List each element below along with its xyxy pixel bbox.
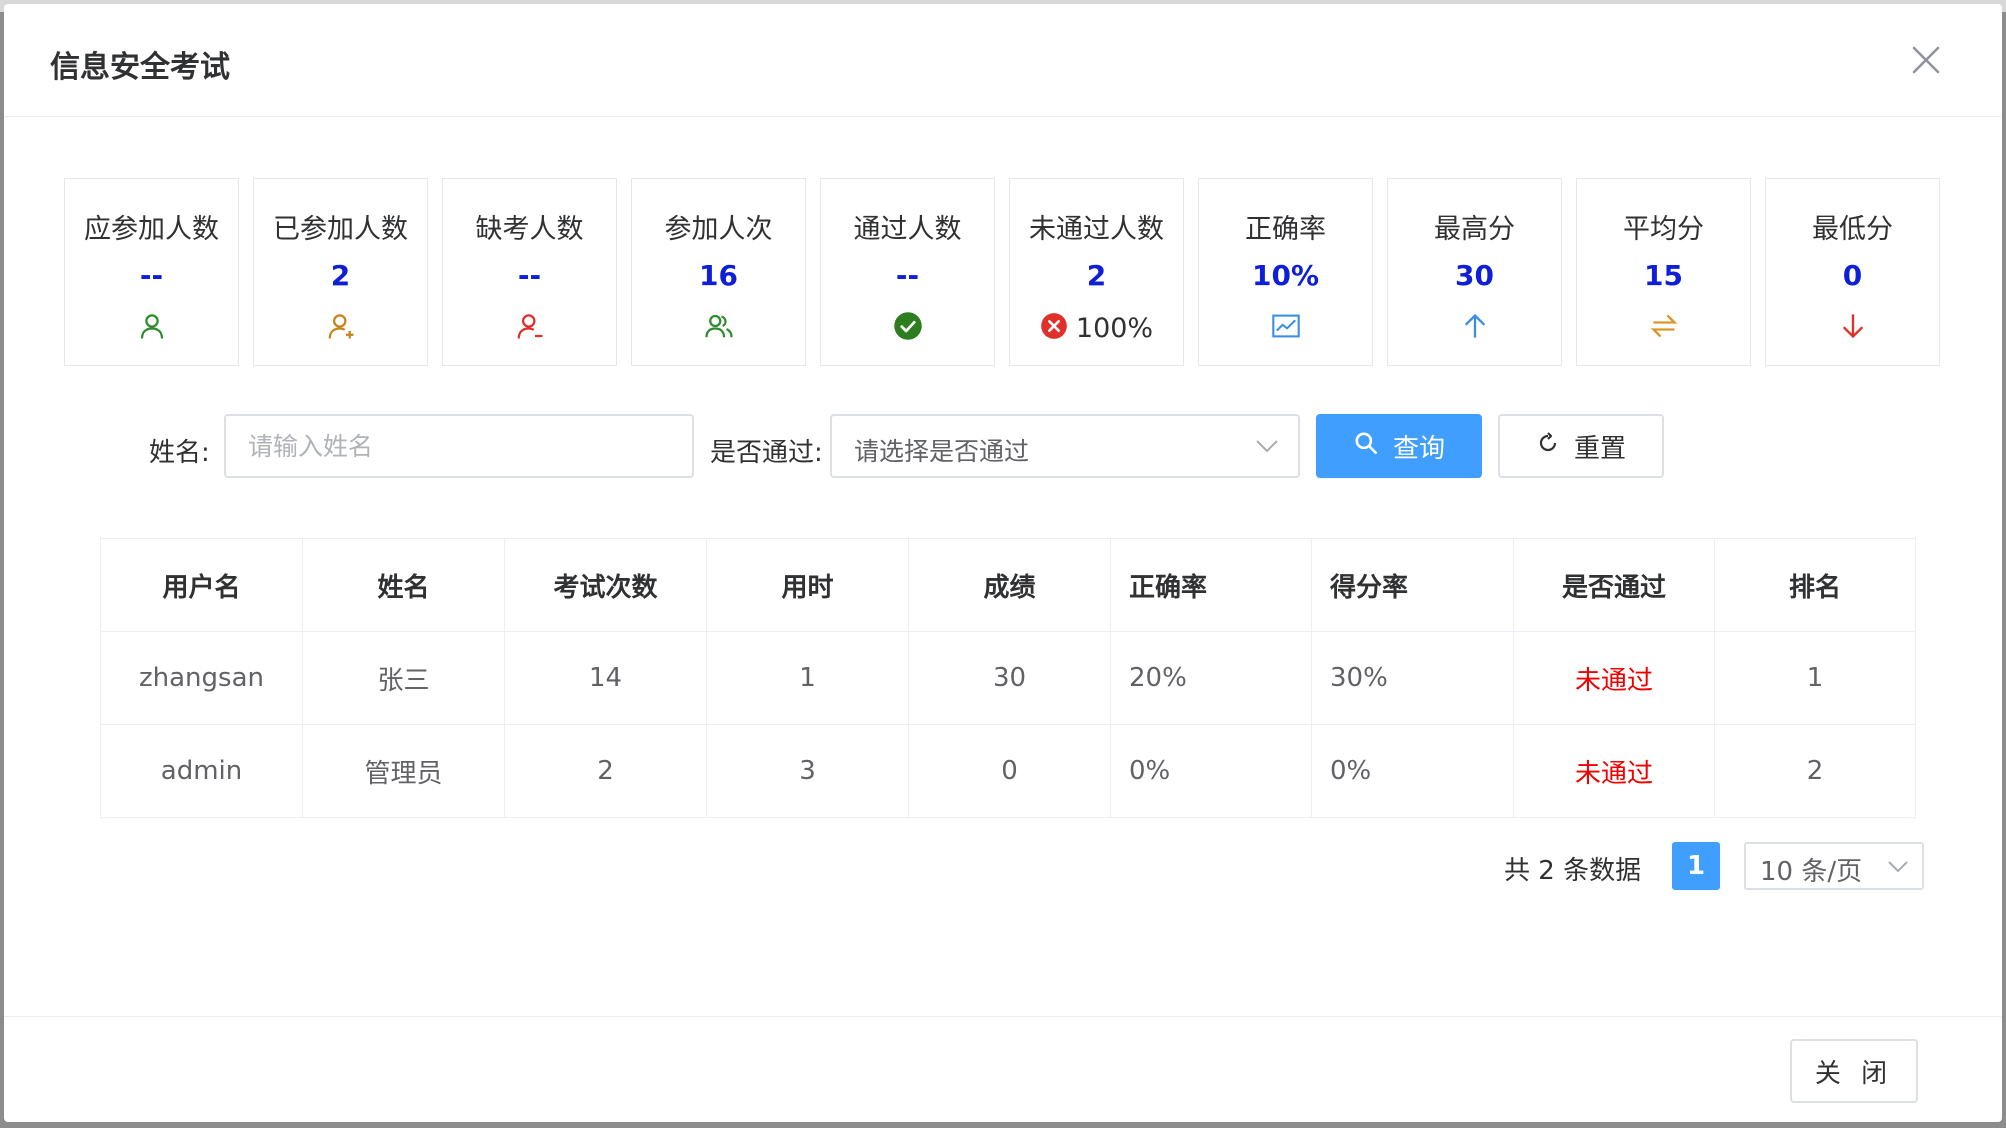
user-add-icon (326, 311, 356, 345)
stat-label: 平均分 (1623, 214, 1704, 245)
user-remove-icon (515, 311, 545, 345)
page-size-value: 10 条/页 (1760, 857, 1863, 887)
stat-card-failed: 未通过人数 2 100% (1009, 178, 1184, 366)
table-row: zhangsan 张三 14 1 30 20% 30% 未通过 1 (101, 632, 1915, 725)
stat-value: 16 (699, 259, 738, 292)
users-icon (704, 311, 734, 345)
page-size-select[interactable]: 10 条/页 (1744, 842, 1924, 890)
user-icon (137, 311, 167, 345)
stat-card-average: 平均分 15 (1576, 178, 1751, 366)
stat-value: 30 (1455, 259, 1494, 292)
line-chart-icon (1271, 312, 1301, 344)
column-header: 排名 (1788, 572, 1841, 603)
stat-card-highest: 最高分 30 (1387, 178, 1562, 366)
pagination-total: 共 2 条数据 (1504, 856, 1642, 886)
pass-filter-label: 是否通过: (710, 438, 823, 468)
pass-status-placeholder: 请选择是否通过 (854, 437, 1030, 466)
stat-label: 已参加人数 (273, 214, 408, 245)
table-cell: 0% (1312, 725, 1514, 817)
table-cell: 30% (1312, 632, 1514, 724)
stat-value: 2 (1086, 259, 1107, 292)
stat-value: -- (139, 259, 164, 292)
stat-label: 参加人次 (664, 214, 773, 245)
column-header: 用户名 (101, 539, 303, 631)
dialog-footer: 关 闭 (4, 1016, 2002, 1122)
filter-bar: 姓名: 是否通过: 请选择是否通过 查询 重置 (4, 414, 2002, 480)
stat-value: -- (895, 259, 920, 292)
reset-button-label: 重置 (1573, 433, 1626, 464)
stat-value: 0 (1842, 259, 1863, 292)
table-cell: 管理员 (303, 725, 505, 817)
table-cell: 1 (1806, 663, 1824, 693)
table-cell: admin (101, 725, 303, 817)
page-number-button[interactable]: 1 (1672, 842, 1720, 890)
arrow-up-icon (1461, 312, 1489, 344)
stat-value: 15 (1644, 259, 1683, 292)
stat-card-lowest: 最低分 0 (1765, 178, 1940, 366)
table-cell: 0 (909, 725, 1111, 817)
name-filter-label: 姓名: (149, 438, 210, 468)
chevron-down-icon (1888, 858, 1908, 877)
column-header: 成绩 (909, 539, 1111, 631)
stat-value: 2 (330, 259, 351, 292)
stat-value: -- (517, 259, 542, 292)
close-icon[interactable] (1906, 40, 1946, 80)
stat-label: 最低分 (1812, 214, 1893, 245)
stat-label: 最高分 (1434, 214, 1515, 245)
dialog-header: 信息安全考试 (4, 4, 2002, 117)
stat-value: 10% (1251, 259, 1320, 292)
stat-card-absent: 缺考人数 -- (442, 178, 617, 366)
table-cell: 20% (1111, 632, 1312, 724)
stat-card-expected: 应参加人数 -- (64, 178, 239, 366)
results-table: 用户名 姓名 考试次数 用时 成绩 正确率 得分率 是否通过 排名 zhangs… (100, 538, 1916, 818)
table-cell: zhangsan (101, 632, 303, 724)
table-cell: 张三 (303, 632, 505, 724)
exam-statistics-dialog: 信息安全考试 应参加人数 -- 已参加人数 2 缺考人数 -- 参加人次 16 … (4, 4, 2002, 1122)
stat-card-accuracy: 正确率 10% (1198, 178, 1373, 366)
stat-label: 未通过人数 (1029, 214, 1164, 245)
close-circle-icon (1040, 312, 1068, 344)
stat-card-attended: 已参加人数 2 (253, 178, 428, 366)
column-header: 姓名 (303, 539, 505, 631)
table-cell: 14 (505, 632, 707, 724)
table-cell: 3 (707, 725, 909, 817)
column-header: 正确率 (1111, 539, 1312, 631)
stat-label: 缺考人数 (475, 214, 584, 245)
pass-status-cell: 未通过 (1514, 725, 1715, 817)
column-header: 考试次数 (505, 539, 707, 631)
fail-rate: 100% (1075, 312, 1154, 344)
dialog-title: 信息安全考试 (50, 50, 230, 85)
reset-button[interactable]: 重置 (1498, 414, 1664, 478)
search-button[interactable]: 查询 (1316, 414, 1482, 478)
stat-card-attempts: 参加人次 16 (631, 178, 806, 366)
table-cell: 2 (1806, 756, 1824, 786)
search-button-label: 查询 (1392, 433, 1445, 464)
pass-status-select[interactable]: 请选择是否通过 (830, 414, 1300, 478)
search-icon (1353, 430, 1379, 463)
stat-label: 应参加人数 (84, 214, 219, 245)
column-header: 得分率 (1312, 539, 1514, 631)
table-cell: 0% (1111, 725, 1312, 817)
table-cell: 1 (707, 632, 909, 724)
name-search-input[interactable] (224, 414, 694, 478)
stat-card-passed: 通过人数 -- (820, 178, 995, 366)
pass-status-cell: 未通过 (1514, 632, 1715, 724)
table-row: admin 管理员 2 3 0 0% 0% 未通过 2 (101, 725, 1915, 817)
check-circle-icon (893, 311, 923, 345)
column-header: 是否通过 (1514, 539, 1715, 631)
swap-icon (1649, 312, 1679, 344)
refresh-icon (1536, 431, 1560, 462)
close-button[interactable]: 关 闭 (1790, 1039, 1918, 1103)
stat-label: 通过人数 (853, 214, 962, 245)
arrow-down-icon (1839, 312, 1867, 344)
chevron-down-icon (1256, 438, 1278, 457)
table-cell: 30 (909, 632, 1111, 724)
table-cell: 2 (505, 725, 707, 817)
table-header-row: 用户名 姓名 考试次数 用时 成绩 正确率 得分率 是否通过 排名 (101, 539, 1915, 632)
column-header: 用时 (707, 539, 909, 631)
stat-label: 正确率 (1245, 214, 1326, 245)
